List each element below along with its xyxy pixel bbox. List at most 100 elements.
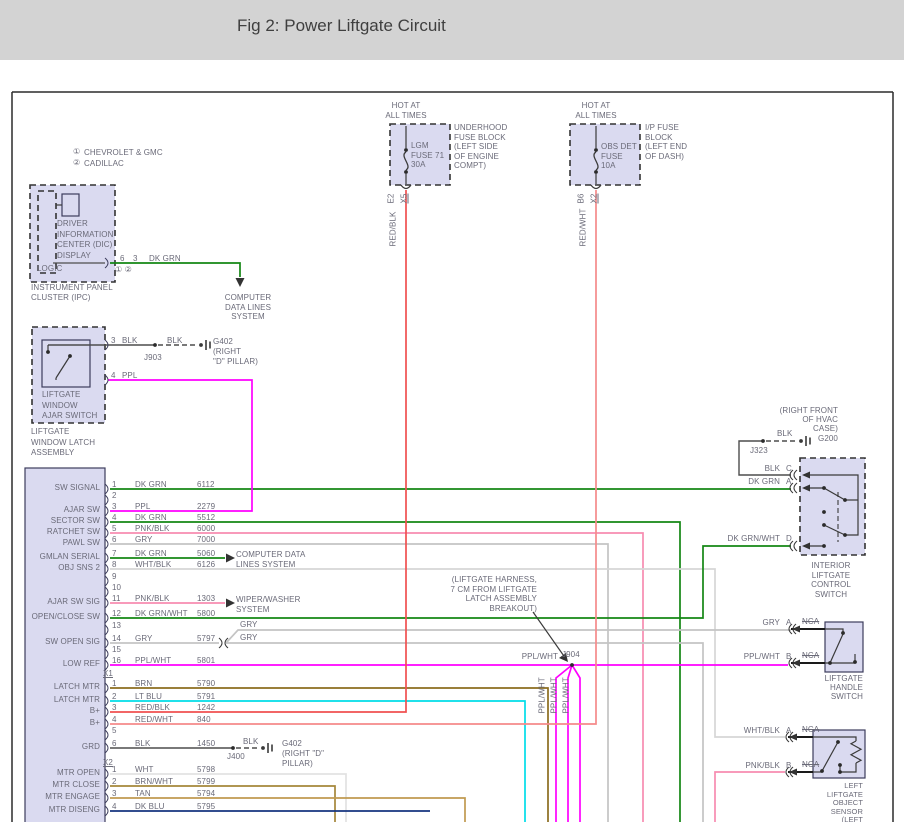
wire-color-label: BRN/WHT xyxy=(135,777,173,787)
pin-function-label: GRD xyxy=(82,742,100,752)
wire-color-label: DK BLU xyxy=(135,802,165,812)
pin-number: 10 xyxy=(112,583,121,593)
diagram-label: E2 xyxy=(387,194,397,204)
diagram-label: B xyxy=(786,652,791,662)
diagram-label: 4 xyxy=(111,371,116,381)
pin-number: 14 xyxy=(112,634,121,644)
pin-number: 9 xyxy=(112,572,117,582)
sw-open-sig-gry-cont-wire xyxy=(226,643,703,822)
pin-connector-arc xyxy=(794,470,797,480)
diagram-label: I/P FUSE BLOCK (LEFT END OF DASH) xyxy=(645,123,687,161)
circuit-number: 6000 xyxy=(197,524,215,534)
diagram-label: BLK xyxy=(167,336,182,346)
connector-label-x1: X1 xyxy=(103,669,113,679)
b-plus-red-wht-840-wire xyxy=(110,190,596,724)
wire-color-label: WHT/BLK xyxy=(135,560,171,570)
diagram-label: BLK xyxy=(765,464,780,474)
pin-number: 13 xyxy=(112,621,121,631)
diagram-label: BLK xyxy=(243,737,258,747)
pin-number: 16 xyxy=(112,656,121,666)
pin-number: 6 xyxy=(112,739,117,749)
junction-dot xyxy=(836,740,840,744)
pin-function-label: GMLAN SERIAL xyxy=(40,552,100,562)
pin-number: 2 xyxy=(112,491,117,501)
diagram-label: CHEVROLET & GMC xyxy=(84,148,163,158)
pin-function-label: MTR CLOSE xyxy=(52,780,100,790)
pin-function-label: RATCHET SW xyxy=(47,527,100,537)
diagram-label: 3 xyxy=(111,336,116,346)
ajar-sw-ppl-2279-wire xyxy=(108,380,252,511)
pin-function-label: LATCH MTR xyxy=(54,682,100,692)
wire-color-label: DK GRN/WHT xyxy=(135,609,188,619)
diagram-label: 3 xyxy=(133,254,138,264)
diagram-label: (LIFTGATE HARNESS, 7 CM FROM LIFTGATE LA… xyxy=(450,575,537,613)
wire-color-label: PNK/BLK xyxy=(135,524,170,534)
pin-function-label: MTR OPEN xyxy=(57,768,100,778)
diagram-label: LOGIC xyxy=(37,264,62,274)
circuit-number: 5791 xyxy=(197,692,215,702)
diagram-label: HOT AT ALL TIMES xyxy=(575,101,616,120)
diagram-label: COMPUTER DATA LINES SYSTEM xyxy=(225,293,272,322)
junction-dot xyxy=(838,770,842,774)
wire-color-label: PNK/BLK xyxy=(135,594,170,604)
pin-function-label: SECTOR SW xyxy=(51,516,100,526)
ppl-wht-drop-3-wire xyxy=(572,665,580,822)
sensor-b-pnk-blk-wire xyxy=(715,772,785,822)
diagram-label: LEFT LIFTGATE OBJECT SENSOR (LEFT EDGE O… xyxy=(822,782,863,822)
circuit-number: 5060 xyxy=(197,549,215,559)
wire-color-label: PPL xyxy=(135,502,150,512)
diagram-label: J904 xyxy=(562,650,580,660)
junction-dot xyxy=(822,510,826,514)
circuit-number: 1303 xyxy=(197,594,215,604)
pin-function-label: SW OPEN SIG xyxy=(45,637,100,647)
diagram-label: INTERIOR LIFTGATE CONTROL SWITCH xyxy=(795,561,868,599)
wire-color-label: RED/BLK xyxy=(135,703,170,713)
pin-number: 4 xyxy=(112,802,117,812)
diagram-label: ① ② xyxy=(115,265,132,275)
diagram-label: ② xyxy=(73,158,80,168)
system-arrow-down xyxy=(236,278,245,287)
pin-number: 7 xyxy=(112,549,117,559)
diagram-label: CADILLAC xyxy=(84,159,124,169)
wire-color-label: BRN xyxy=(135,679,152,689)
pin-number: 11 xyxy=(112,594,121,604)
b-plus-red-blk-1242-wire xyxy=(110,190,406,712)
pin-number: 15 xyxy=(112,645,121,655)
wire-color-label: DK GRN xyxy=(135,513,167,523)
pin-number: 8 xyxy=(112,560,117,570)
junction-dot xyxy=(838,763,842,767)
pin-number: 12 xyxy=(112,609,121,619)
wire-color-label: PPL/WHT xyxy=(135,656,171,666)
diagram-label: C xyxy=(786,464,792,474)
sector-sw-dk-grn-5512-wire xyxy=(110,522,680,822)
diagram-label: NCA xyxy=(802,760,819,770)
diagram-label: BLK xyxy=(777,429,792,439)
pin-function-label: SW SIGNAL xyxy=(55,483,100,493)
diagram-label: GRY xyxy=(763,618,781,628)
diagram-label: GRY xyxy=(240,633,258,643)
diagram-label: HOT AT ALL TIMES xyxy=(385,101,426,120)
diagram-label: RED/BLK xyxy=(389,212,399,247)
pin-function-label: AJAR SW SIG xyxy=(47,597,100,607)
diagram-label: A xyxy=(786,726,791,736)
diagram-label: GRY xyxy=(240,620,258,630)
junction-dot xyxy=(841,631,845,635)
circuit-number: 5798 xyxy=(197,765,215,775)
diagram-label: LIFTGATE WINDOW LATCH ASSEMBLY xyxy=(31,427,95,459)
pin-number: 3 xyxy=(112,789,117,799)
diagram-label: PPL/WHT xyxy=(562,677,572,713)
diagram-label: LGM FUSE 71 30A xyxy=(411,141,444,170)
diagram-label: NCA xyxy=(802,617,819,627)
junction-dot xyxy=(570,663,574,667)
junction-dot xyxy=(68,354,72,358)
pin-number: 2 xyxy=(112,777,117,787)
junction-dot xyxy=(822,523,826,527)
pin-number: 6 xyxy=(112,535,117,545)
diagram-label: BLK xyxy=(122,336,137,346)
circuit-number: 1450 xyxy=(197,739,215,749)
circuit-number: 6126 xyxy=(197,560,215,570)
diagram-label: X2 xyxy=(590,194,600,204)
junction-dot xyxy=(594,170,598,174)
junction-dot xyxy=(828,661,832,665)
diagram-label: LIFTGATE WINDOW AJAR SWITCH xyxy=(42,390,97,422)
